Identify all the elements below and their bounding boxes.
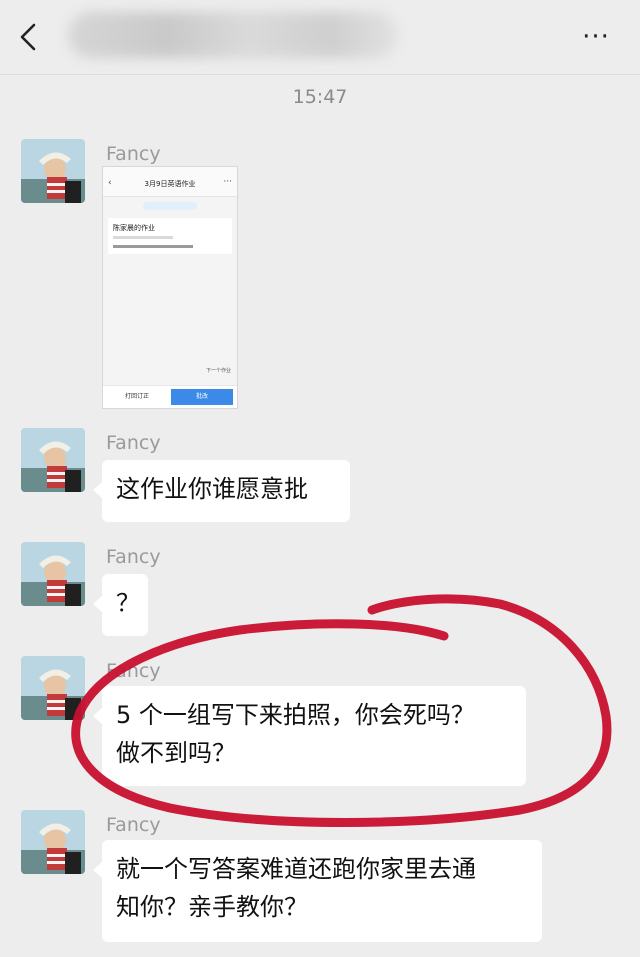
thumb-return-button: 打回订正 xyxy=(124,393,149,400)
sender-name: Fancy xyxy=(106,432,161,454)
message-line: 5 个一组写下来拍照，你会死吗？ xyxy=(116,701,475,729)
sender-name: Fancy xyxy=(106,814,161,836)
thumb-nav-bar: ‹ 3月9日英语作业 ··· xyxy=(103,176,237,197)
message-bubble[interactable]: 5 个一组写下来拍照，你会死吗？ 做不到吗？ xyxy=(93,686,526,786)
message-bubble[interactable]: ？ xyxy=(93,574,148,636)
thumb-nav-title: 3月9日英语作业 xyxy=(144,180,196,188)
thumb-grade-button: 批改 xyxy=(171,389,233,405)
image-message-thumbnail[interactable]: ‹ 3月9日英语作业 ··· 陈家晨的作业 下一个作业 打回订正 批改 xyxy=(102,166,238,409)
back-button[interactable] xyxy=(14,22,44,52)
avatar[interactable] xyxy=(21,428,85,492)
more-button[interactable]: ··· xyxy=(576,22,616,52)
sender-name: Fancy xyxy=(106,546,161,568)
message-line: 做不到吗？ xyxy=(116,739,236,767)
thumb-pill xyxy=(143,202,197,210)
thumb-card-title: 陈家晨的作业 xyxy=(113,224,155,232)
thumb-card-answer-line xyxy=(113,245,193,248)
thumb-next-homework: 下一个作业 xyxy=(205,368,231,374)
message-bubble[interactable]: 就一个写答案难道还跑你家里去通 知你？亲手教你？ xyxy=(93,840,542,942)
sender-name: Fancy xyxy=(106,143,161,165)
message-line: 就一个写答案难道还跑你家里去通 xyxy=(116,855,476,883)
thumb-card: 陈家晨的作业 xyxy=(108,218,232,254)
message-timestamp: 15:47 xyxy=(292,86,348,108)
chat-title-blurred xyxy=(68,12,398,58)
avatar[interactable] xyxy=(21,656,85,720)
avatar[interactable] xyxy=(21,139,85,203)
top-bar: ··· xyxy=(0,0,640,75)
chevron-left-icon xyxy=(20,23,36,51)
thumb-more-icon: ··· xyxy=(223,177,232,187)
thumb-card-subline xyxy=(113,236,173,239)
message-bubble[interactable]: 这作业你谁愿意批 xyxy=(93,460,350,522)
thumb-bottom-bar: 打回订正 批改 xyxy=(103,385,237,408)
avatar[interactable] xyxy=(21,542,85,606)
avatar[interactable] xyxy=(21,810,85,874)
sender-name: Fancy xyxy=(106,660,161,682)
message-line: 知你？亲手教你？ xyxy=(116,893,308,921)
thumb-status-bar xyxy=(103,167,237,176)
